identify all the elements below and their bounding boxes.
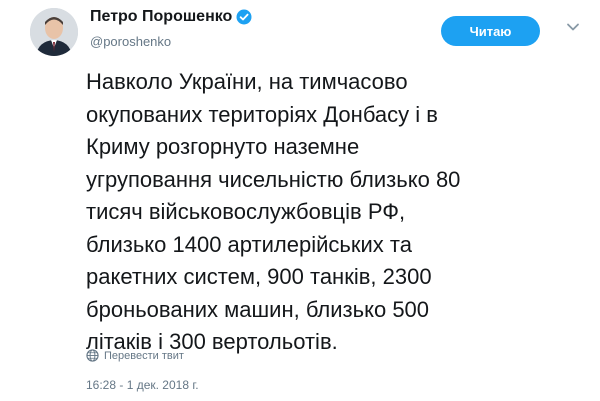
author-handle[interactable]: @poroshenko — [90, 34, 171, 49]
tweet-timestamp[interactable]: 16:28 - 1 дек. 2018 г. — [86, 378, 199, 392]
tweet-text-line: Навколо України, на тимчасово — [86, 69, 408, 94]
tweet-text-line: тисяч військовослужбовців РФ, — [86, 199, 406, 224]
tweet-text-line: окупованих територіях Донбасу і в — [86, 101, 438, 127]
translate-link[interactable]: Перевести твит — [86, 349, 184, 362]
tweet-text: Навколо України, на тимчасово окупованих… — [86, 66, 556, 359]
follow-button[interactable]: Читаю — [441, 16, 540, 46]
tweet-card: Петро Порошенко @poroshenko Читаю Навкол… — [0, 0, 600, 401]
tweet-text-line: ракетних систем, 900 танків, 2300 — [86, 264, 432, 289]
tweet-text-line: Криму розгорнуто наземне — [86, 134, 360, 159]
avatar-photo — [30, 8, 78, 56]
author-display-name[interactable]: Петро Порошенко — [90, 8, 232, 26]
tweet-text-line: броньованих машин, близько 500 — [86, 296, 430, 322]
translate-label: Перевести твит — [104, 349, 184, 362]
avatar[interactable] — [30, 8, 78, 56]
globe-icon — [86, 349, 99, 362]
tweet-text-line: угруповання чисельністю близько 80 — [86, 166, 461, 192]
chevron-down-icon[interactable] — [566, 20, 580, 34]
verified-badge-icon — [236, 9, 252, 25]
tweet-text-line: близько 1400 артилерійських та — [86, 231, 412, 257]
author-name-row: Петро Порошенко — [90, 8, 252, 26]
